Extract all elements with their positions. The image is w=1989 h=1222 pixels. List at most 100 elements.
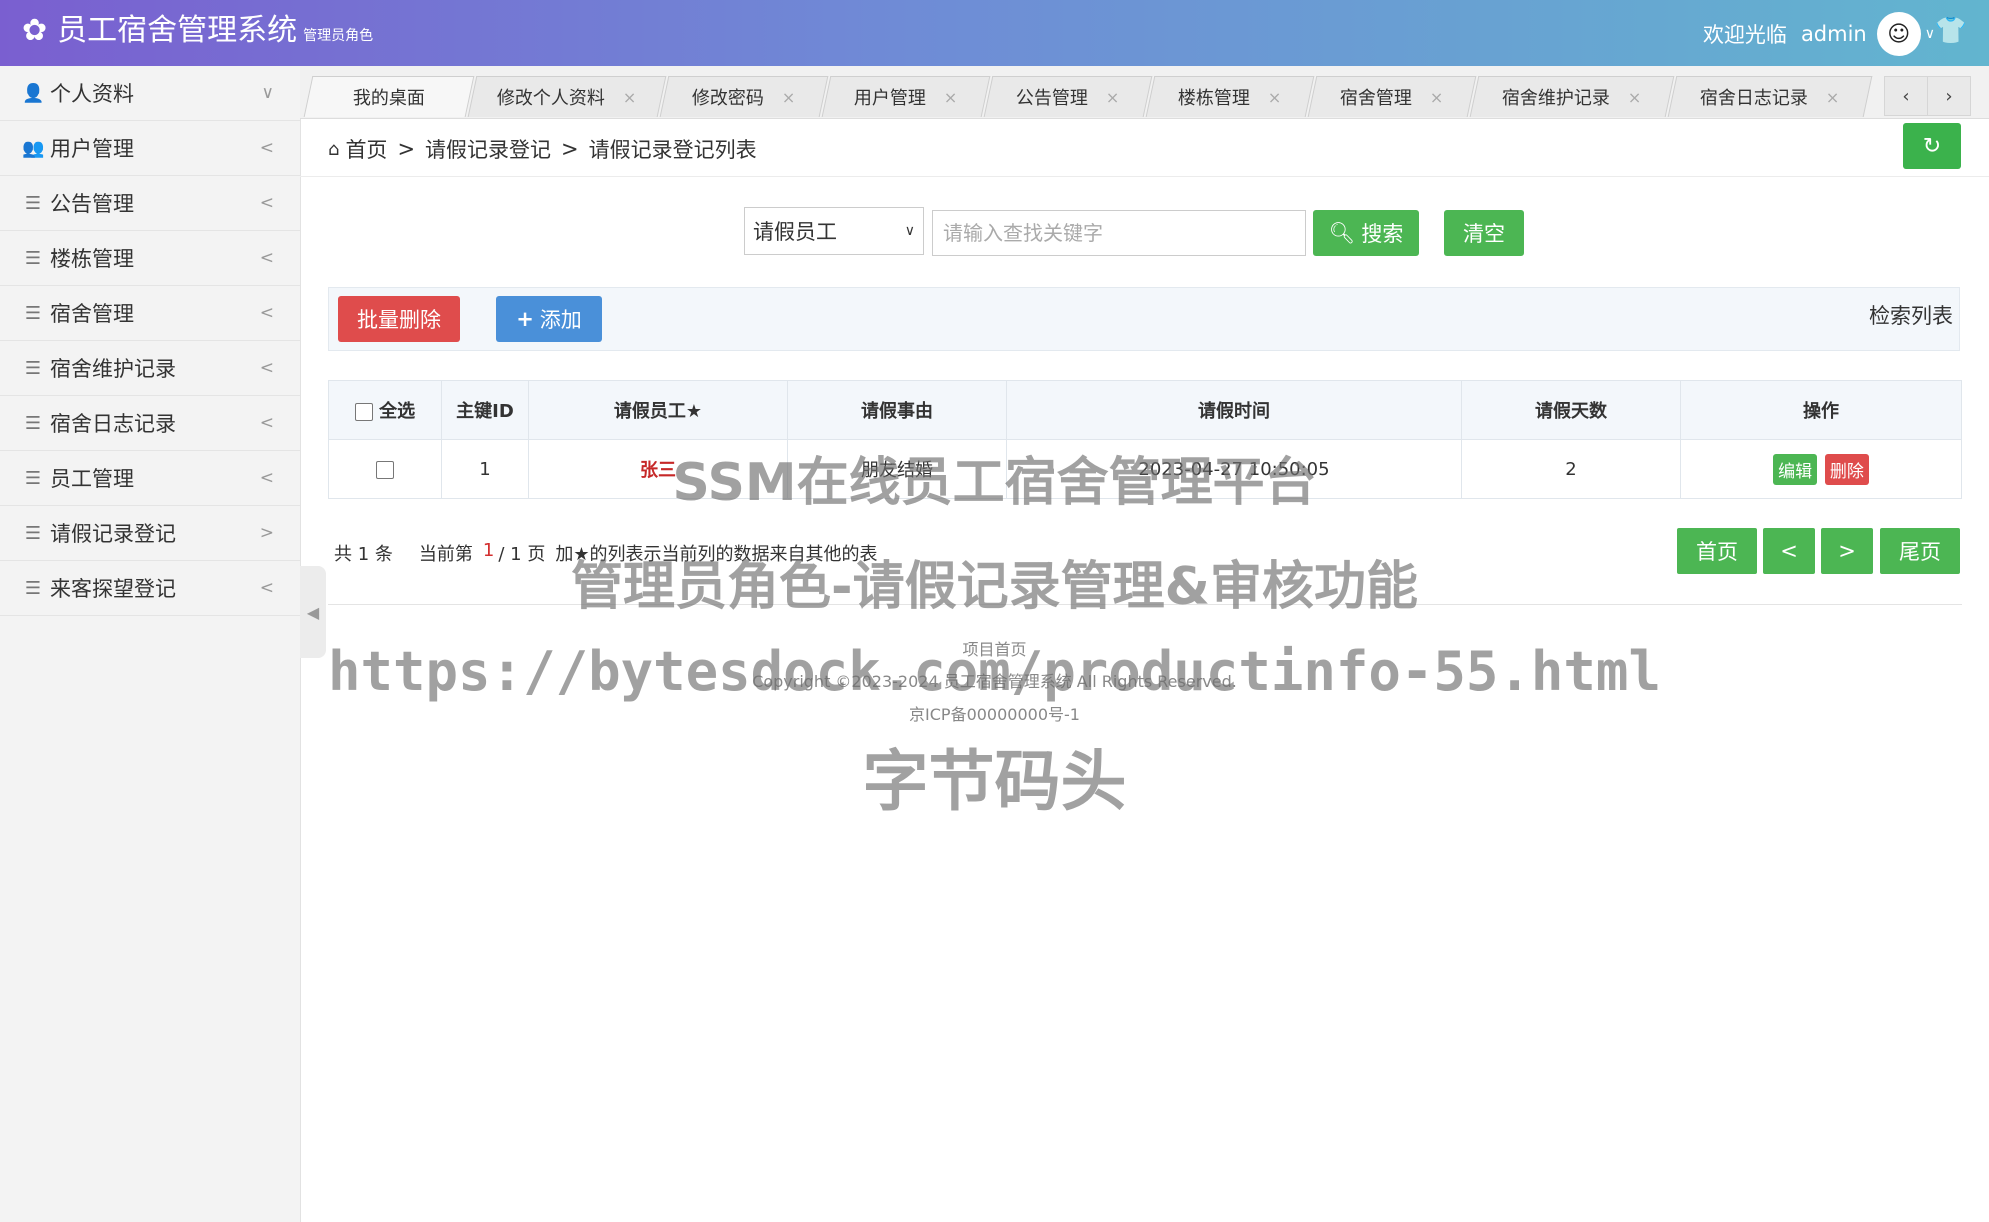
sidebar-item-profile[interactable]: 👤 个人资料 ∨ [0,66,300,121]
footer-home-link[interactable]: 项目首页 [0,636,1989,660]
sidebar-item-dorm-log[interactable]: ☰ 宿舍日志记录 < [0,396,300,451]
close-icon[interactable]: × [1430,88,1443,107]
menu-icon: ☰ [24,357,42,379]
star-note: 加★的列表示当前列的数据来自其他的表 [555,544,878,565]
sidebar-item-buildings[interactable]: ☰ 楼栋管理 < [0,231,300,286]
chevron-icon: < [259,193,274,213]
sidebar-item-visitors[interactable]: ☰ 来客探望登记 < [0,561,300,616]
current-prefix: 当前第 [418,544,473,565]
employee-name[interactable]: 张三 [640,460,676,481]
delete-button[interactable]: 删除 [1824,453,1869,485]
id-cell: 1 [441,439,529,499]
add-button-label: 添加 [539,308,582,332]
select-all-header[interactable]: 全选 [328,380,442,440]
current-page: 1 [482,540,495,561]
next-page-button[interactable]: > [1821,528,1873,574]
first-page-button[interactable]: 首页 [1677,528,1757,574]
tab-users[interactable]: 用户管理 × [821,76,991,117]
refresh-button[interactable]: ↻ [1903,123,1961,169]
username: admin [1800,22,1867,46]
refresh-icon: ↻ [1922,133,1942,159]
reason-cell: 朋友结婚 [787,439,1007,499]
clear-button[interactable]: 清空 [1444,210,1524,256]
tab-desktop[interactable]: 我的桌面 [303,76,475,117]
tab-scroll-left-button[interactable]: ‹ [1884,76,1928,116]
close-icon[interactable]: × [944,88,957,107]
sidebar-item-label: 请假记录登记 [50,522,176,546]
gear-icon: ✿ [22,13,48,48]
chevron-down-icon[interactable]: ∨ [1925,26,1935,42]
sidebar-item-label: 宿舍管理 [50,302,134,326]
total-pages: / 1 页 [498,544,546,565]
last-page-button[interactable]: 尾页 [1880,528,1960,574]
sidebar-item-label: 宿舍日志记录 [50,412,176,436]
tab-buildings[interactable]: 楼栋管理 × [1145,76,1315,117]
chevron-icon: ∨ [261,83,274,103]
add-button[interactable]: + 添加 [496,296,602,342]
select-all-checkbox[interactable] [354,403,373,421]
tab-edit-profile[interactable]: 修改个人资料 × [467,76,667,117]
sidebar-item-label: 个人资料 [50,82,134,106]
leave-records-table: 全选 主键ID 请假员工★ 请假事由 请假时间 请假天数 操作 1 张三 朋友结… [328,380,1962,499]
close-icon[interactable]: × [1268,88,1281,107]
search-input[interactable] [932,210,1306,256]
prev-page-button[interactable]: < [1763,528,1815,574]
search-field-select[interactable]: 请假员工 ∨ [744,207,924,255]
column-header: 请假时间 [1006,380,1462,440]
sidebar-item-employees[interactable]: ☰ 员工管理 < [0,451,300,506]
tab-dorm-log[interactable]: 宿舍日志记录 × [1667,76,1873,117]
tab-dorms[interactable]: 宿舍管理 × [1307,76,1477,117]
close-icon[interactable]: × [1826,88,1839,107]
close-icon[interactable]: × [1106,88,1119,107]
chevron-icon: < [259,358,274,378]
welcome-text: 欢迎光临 [1702,23,1787,47]
tab-notices[interactable]: 公告管理 × [983,76,1153,117]
skin-shirt-icon[interactable]: 👕 [1935,16,1967,46]
pagination-info: 共 1 条 当前第 1 / 1 页 加★的列表示当前列的数据来自其他的表 [334,540,877,566]
tab-label: 我的桌面 [352,88,425,109]
close-icon[interactable]: × [782,88,795,107]
plus-icon: + [516,307,534,331]
menu-icon: ☰ [24,412,42,434]
chevron-icon: < [259,468,274,488]
top-header: ✿ 员工宿舍管理系统 管理员角色 欢迎光临 admin ☺ ∨ 👕 [0,0,1989,66]
batch-delete-button[interactable]: 批量删除 [338,296,460,342]
chevron-down-icon: ∨ [904,223,915,239]
sidebar-item-maintenance[interactable]: ☰ 宿舍维护记录 < [0,341,300,396]
user-icon: 👤 [22,82,45,104]
user-menu[interactable]: 欢迎光临 admin ☺ ∨ [1703,12,1935,56]
sidebar-item-notices[interactable]: ☰ 公告管理 < [0,176,300,231]
sidebar-item-users[interactable]: 👥 用户管理 < [0,121,300,176]
tab-change-password[interactable]: 修改密码 × [659,76,829,117]
tab-maintenance[interactable]: 宿舍维护记录 × [1469,76,1675,117]
search-button[interactable]: 🔍︎ 搜索 [1313,210,1419,256]
column-header: 请假天数 [1461,380,1681,440]
sidebar-item-leave[interactable]: ☰ 请假记录登记 > [0,506,300,561]
menu-icon: ☰ [24,247,42,269]
close-icon[interactable]: × [1628,88,1641,107]
footer-icp: 京ICP备00000000号-1 [909,705,1080,724]
divider [328,604,1962,605]
chevron-right-icon: › [1945,85,1953,107]
menu-icon: ☰ [24,577,42,599]
sidebar-item-dorms[interactable]: ☰ 宿舍管理 < [0,286,300,341]
column-header: 操作 [1680,380,1962,440]
total-count: 共 1 条 [334,544,393,565]
tab-scroll-right-button[interactable]: › [1927,76,1971,116]
search-field-value: 请假员工 [753,220,837,244]
footer-copyright: Copyright ©2023-2024 员工宿舍管理系统 All Rights… [752,672,1237,691]
table-header-row: 全选 主键ID 请假员工★ 请假事由 请假时间 请假天数 操作 [328,380,1962,440]
tab-label: 用户管理 [854,88,927,109]
breadcrumb-level1[interactable]: 请假记录登记 [425,134,551,164]
row-checkbox[interactable] [376,460,394,479]
avatar[interactable]: ☺ [1876,12,1921,56]
actions-cell: 编辑 删除 [1680,439,1962,499]
breadcrumb-home[interactable]: 首页 [345,134,387,164]
menu-icon: ☰ [24,467,42,489]
close-icon[interactable]: × [623,88,636,107]
tab-label: 修改密码 [692,88,765,109]
tab-label: 宿舍管理 [1340,88,1413,109]
edit-button[interactable]: 编辑 [1773,453,1818,485]
select-all-label: 全选 [379,401,416,422]
chevron-left-icon: ‹ [1902,85,1910,107]
